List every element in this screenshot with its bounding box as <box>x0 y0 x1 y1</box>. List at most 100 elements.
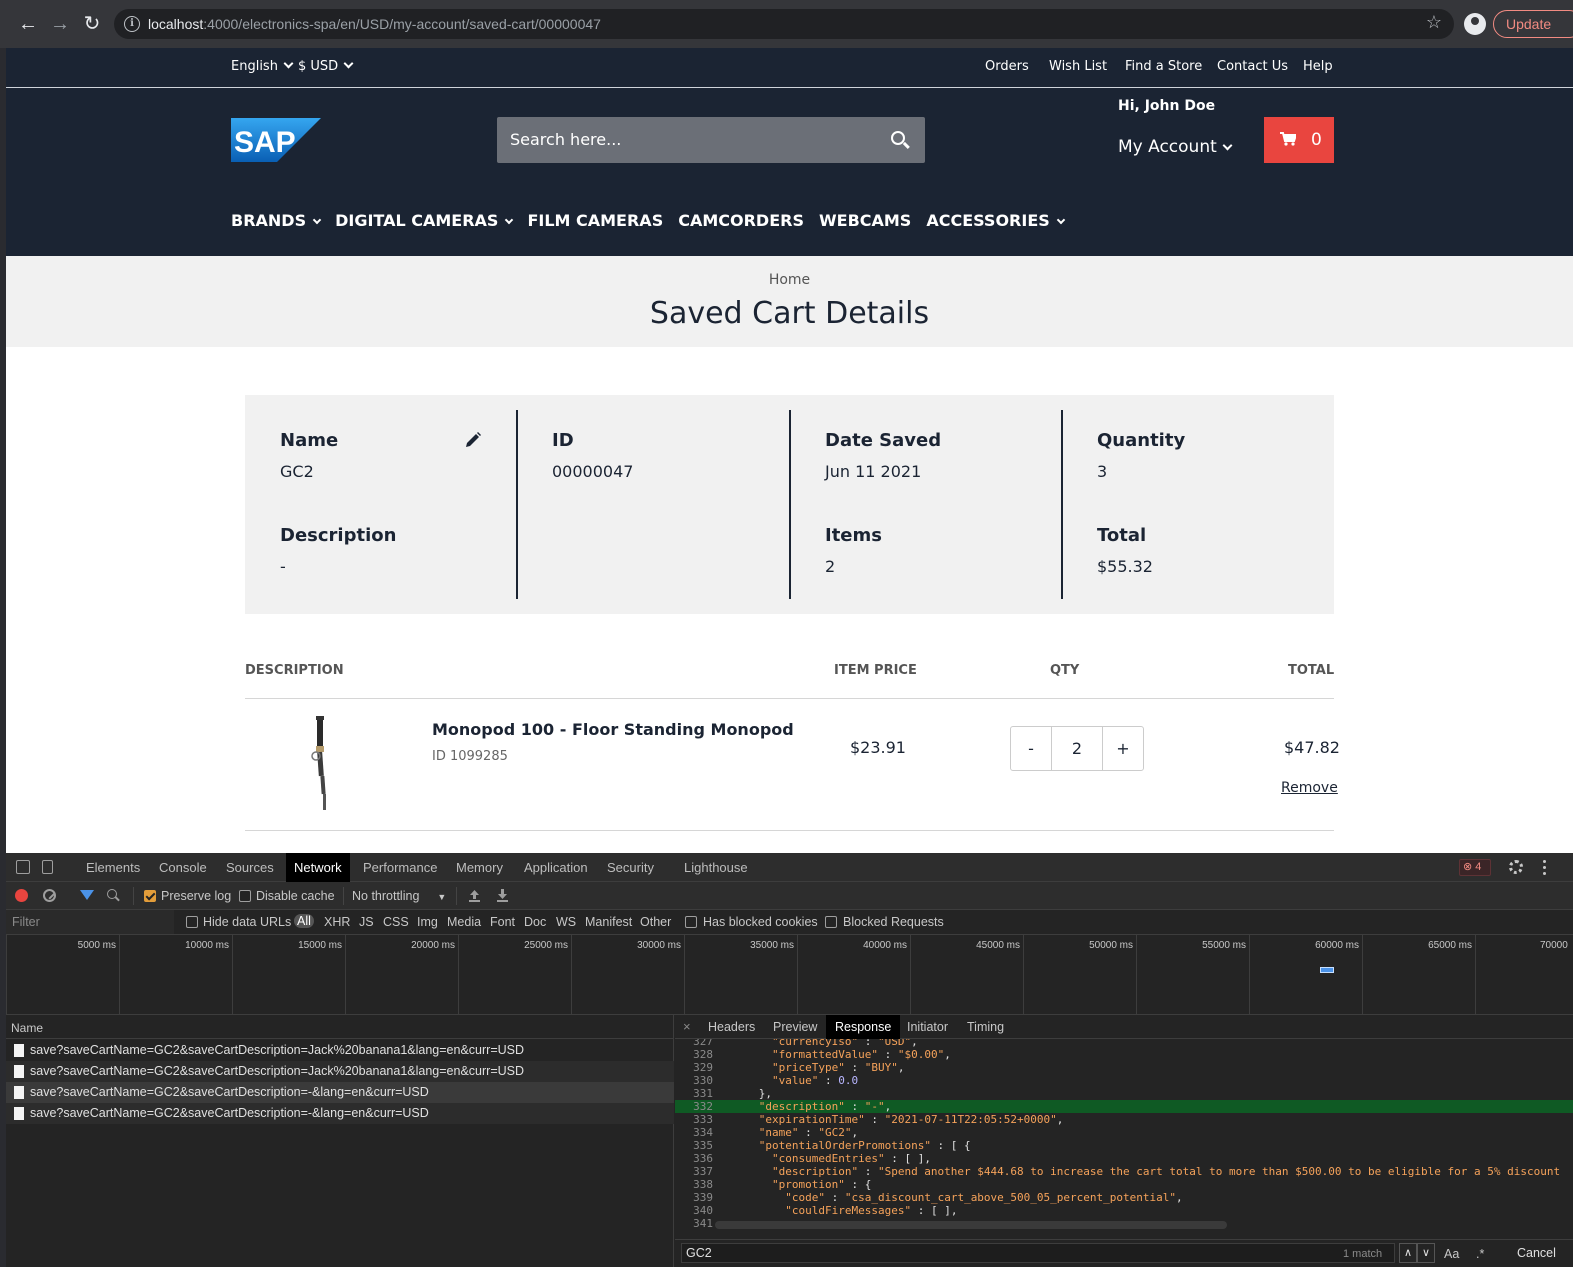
update-button[interactable]: Update <box>1493 10 1573 38</box>
tab-memory[interactable]: Memory <box>456 853 503 882</box>
tab-network[interactable]: Network <box>286 853 350 882</box>
request-row[interactable]: save?saveCartName=GC2&saveCartDescriptio… <box>6 1103 674 1124</box>
tab-console[interactable]: Console <box>159 853 207 882</box>
export-har-icon[interactable] <box>497 889 508 902</box>
language-selector[interactable]: English <box>231 58 294 74</box>
tab-sources[interactable]: Sources <box>226 853 274 882</box>
type-filter-other[interactable]: Other <box>640 915 671 929</box>
disable-cache-checkbox[interactable] <box>239 890 251 902</box>
site-info-icon[interactable]: i <box>124 16 140 32</box>
category-film-cameras[interactable]: FILM CAMERAS <box>527 211 663 230</box>
breadcrumb[interactable]: Home <box>6 272 1573 288</box>
column-description: DESCRIPTION <box>245 663 344 678</box>
clear-icon[interactable] <box>43 889 56 902</box>
category-brands[interactable]: BRANDS <box>231 211 322 230</box>
filter-icon[interactable] <box>80 890 94 900</box>
profile-icon[interactable] <box>1464 13 1486 35</box>
my-account-menu[interactable]: My Account <box>1118 137 1233 157</box>
category-digital-cameras[interactable]: DIGITAL CAMERAS <box>335 211 514 230</box>
tab-lighthouse[interactable]: Lighthouse <box>684 853 748 882</box>
tab-initiator[interactable]: Initiator <box>907 1015 948 1039</box>
svg-text:SAP: SAP <box>234 126 296 159</box>
contact-us-link[interactable]: Contact Us <box>1217 59 1288 74</box>
remove-link[interactable]: Remove <box>1281 780 1338 796</box>
record-icon[interactable] <box>15 889 28 902</box>
horizontal-scrollbar[interactable] <box>715 1221 1227 1229</box>
line-number: 337 <box>693 1165 713 1178</box>
type-filter-manifest[interactable]: Manifest <box>585 915 632 929</box>
sap-logo[interactable]: SAP <box>231 118 321 162</box>
bookmark-star-icon[interactable]: ☆ <box>1426 12 1442 33</box>
error-count-badge[interactable]: ⊗ 4 <box>1459 859 1491 876</box>
match-case-toggle[interactable]: Aa <box>1444 1247 1459 1261</box>
product-name[interactable]: Monopod 100 - Floor Standing Monopod <box>432 720 794 739</box>
wish-list-link[interactable]: Wish List <box>1049 59 1107 74</box>
product-image[interactable] <box>306 716 346 812</box>
throttling-select[interactable]: No throttling ▼ <box>352 889 446 903</box>
forward-arrow-icon[interactable]: → <box>48 12 72 36</box>
search-icon[interactable] <box>891 131 905 145</box>
request-row[interactable]: save?saveCartName=GC2&saveCartDescriptio… <box>6 1040 674 1061</box>
tab-response[interactable]: Response <box>826 1015 901 1039</box>
type-filter-font[interactable]: Font <box>490 915 515 929</box>
find-previous-button[interactable]: ∧ <box>1399 1243 1417 1263</box>
more-options-icon[interactable] <box>1543 860 1546 875</box>
orders-link[interactable]: Orders <box>985 59 1029 74</box>
tab-performance[interactable]: Performance <box>363 853 437 882</box>
request-row-selected[interactable]: save?saveCartName=GC2&saveCartDescriptio… <box>6 1082 674 1103</box>
cancel-button[interactable]: Cancel <box>1517 1246 1556 1260</box>
tab-elements[interactable]: Elements <box>86 853 140 882</box>
type-filter-media[interactable]: Media <box>447 915 481 929</box>
category-accessories[interactable]: ACCESSORIES <box>926 211 1066 230</box>
blocked-requests-checkbox[interactable] <box>825 916 837 928</box>
regex-toggle[interactable]: .* <box>1476 1247 1484 1261</box>
decrement-button[interactable]: - <box>1011 727 1052 770</box>
blocked-cookies-checkbox[interactable] <box>685 916 697 928</box>
type-filter-xhr[interactable]: XHR <box>324 915 350 929</box>
hide-data-urls-checkbox[interactable] <box>186 916 198 928</box>
device-toggle-icon[interactable] <box>42 860 53 874</box>
tab-timing[interactable]: Timing <box>967 1015 1004 1039</box>
tab-headers[interactable]: Headers <box>708 1015 755 1039</box>
back-arrow-icon[interactable]: ← <box>16 12 40 36</box>
request-row[interactable]: save?saveCartName=GC2&saveCartDescriptio… <box>6 1061 674 1082</box>
category-webcams[interactable]: WEBCAMS <box>819 211 911 230</box>
find-store-link[interactable]: Find a Store <box>1125 59 1202 74</box>
type-filter-ws[interactable]: WS <box>556 915 576 929</box>
page-banner: Home Saved Cart Details <box>6 256 1573 347</box>
network-timeline[interactable]: 5000 ms 10000 ms 15000 ms 20000 ms 25000… <box>6 935 1573 1015</box>
type-filter-img[interactable]: Img <box>417 915 438 929</box>
code-line: 332 "description" : "-", <box>675 1100 1573 1113</box>
currency-selector[interactable]: $ USD <box>298 58 354 74</box>
response-body[interactable]: 327 "currencyIso" : "USD", 328 "formatted… <box>675 1039 1573 1239</box>
reload-icon[interactable]: ↻ <box>80 12 104 36</box>
type-filter-all[interactable]: All <box>294 914 314 928</box>
mini-cart-button[interactable]: 0 <box>1264 117 1334 163</box>
quantity-input[interactable]: 2 <box>1052 727 1103 770</box>
inspect-element-icon[interactable] <box>16 860 30 874</box>
tab-security[interactable]: Security <box>607 853 654 882</box>
blocked-requests-label: Blocked Requests <box>843 915 944 929</box>
type-filter-js[interactable]: JS <box>359 915 374 929</box>
search-icon[interactable] <box>107 889 117 899</box>
close-icon[interactable]: × <box>683 1019 691 1034</box>
pencil-icon[interactable] <box>464 431 482 449</box>
line-number: 333 <box>693 1113 713 1126</box>
find-input[interactable]: GC2 <box>681 1243 1395 1263</box>
address-bar[interactable]: i localhost:4000/electronics-spa/en/USD/… <box>114 9 1454 39</box>
find-next-button[interactable]: ∨ <box>1417 1243 1435 1263</box>
increment-button[interactable]: + <box>1103 727 1143 770</box>
filter-input[interactable]: Filter <box>6 910 174 934</box>
preserve-log-checkbox[interactable] <box>144 890 156 902</box>
tab-preview[interactable]: Preview <box>773 1015 817 1039</box>
tab-application[interactable]: Application <box>524 853 588 882</box>
name-column-header[interactable]: Name <box>6 1015 674 1039</box>
gear-icon[interactable] <box>1509 860 1523 874</box>
search-input[interactable]: Search here... <box>497 117 925 163</box>
line-number: 331 <box>693 1087 713 1100</box>
help-link[interactable]: Help <box>1303 59 1333 74</box>
category-camcorders[interactable]: CAMCORDERS <box>678 211 804 230</box>
import-har-icon[interactable] <box>469 889 480 902</box>
type-filter-doc[interactable]: Doc <box>524 915 546 929</box>
type-filter-css[interactable]: CSS <box>383 915 409 929</box>
